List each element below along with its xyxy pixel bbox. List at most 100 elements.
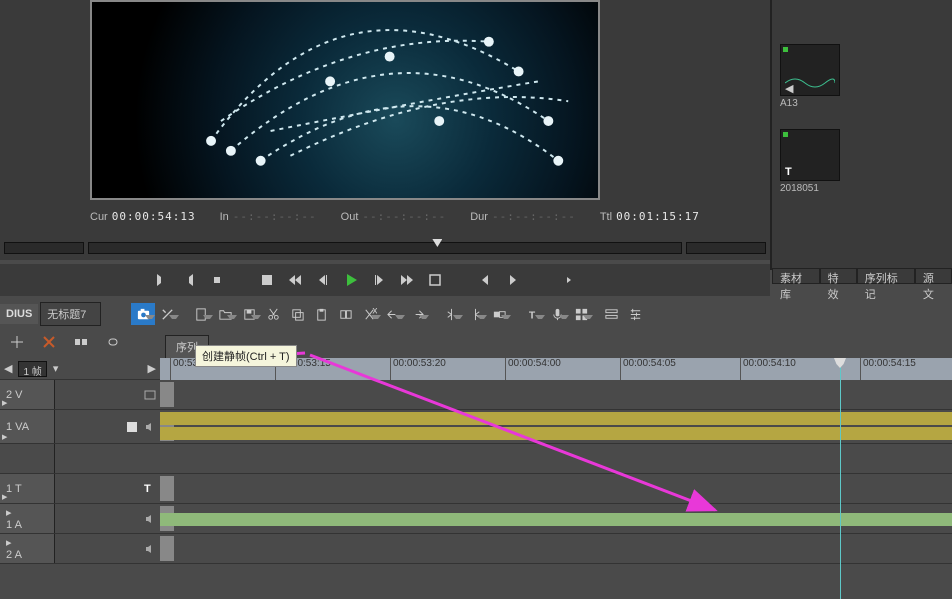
track-header-2v[interactable]: 2 V▶ <box>0 380 160 410</box>
create-still-button[interactable] <box>131 303 155 325</box>
sync-lock-icon[interactable] <box>160 382 174 407</box>
mark-out-button[interactable] <box>178 270 200 290</box>
track-header-1a[interactable]: ▸1 A <box>0 504 160 534</box>
mark-clip-button[interactable] <box>206 270 228 290</box>
overwrite-mode-button[interactable] <box>38 332 60 352</box>
track-lane-1a[interactable] <box>160 504 952 534</box>
razor-tool-button[interactable] <box>155 303 179 325</box>
cur-value[interactable]: 00:00:54:13 <box>112 210 196 223</box>
stop-button[interactable] <box>256 270 278 290</box>
preview-monitor[interactable] <box>90 0 600 200</box>
ruler-tick: 00:00:54:00 <box>505 358 561 380</box>
tab-bin[interactable]: 素材库 <box>772 268 820 284</box>
chevron-down-icon[interactable]: ▾ <box>53 362 59 375</box>
properties-button[interactable] <box>599 303 623 325</box>
title-icon: T <box>785 166 792 178</box>
transport-bar <box>0 264 770 296</box>
tab-effects[interactable]: 特效 <box>820 268 857 284</box>
sync-lock-icon[interactable] <box>160 536 174 561</box>
speaker-icon[interactable] <box>144 513 156 525</box>
open-button[interactable] <box>213 303 237 325</box>
tooltip: 创建静帧(Ctrl + T) <box>195 345 297 367</box>
jump-button-2[interactable] <box>558 270 580 290</box>
copy-button[interactable] <box>285 303 309 325</box>
bin-thumbnail-a13[interactable]: ◀ <box>780 44 840 96</box>
insert-mode-button[interactable] <box>6 332 28 352</box>
layout-button[interactable] <box>569 303 593 325</box>
tab-source[interactable]: 源文 <box>915 268 952 284</box>
scrubber-tick-right[interactable] <box>686 242 766 254</box>
preview-scrubber[interactable] <box>0 238 770 258</box>
next-frame-button[interactable] <box>368 270 390 290</box>
track-lane-spacer <box>160 444 952 474</box>
paste-button[interactable] <box>309 303 333 325</box>
svg-text:x: x <box>372 307 377 317</box>
scrubber-tick-left[interactable] <box>4 242 84 254</box>
prev-edit-button[interactable] <box>474 270 496 290</box>
bin-thumbnail-2018051[interactable]: T <box>780 129 840 181</box>
track-lane-2v[interactable] <box>160 380 952 410</box>
settings-button[interactable] <box>623 303 647 325</box>
preview-panel: Cur00:00:54:13 In--:--:--:-- Out--:--:--… <box>0 0 770 260</box>
arrow-right-icon[interactable]: ▶ <box>148 362 156 375</box>
cut-button[interactable] <box>261 303 285 325</box>
link-mode-button[interactable] <box>102 332 124 352</box>
track-header-2a[interactable]: ▸2 A <box>0 534 160 564</box>
expand-icon[interactable]: ▶ <box>2 493 7 501</box>
undo-button[interactable] <box>381 303 405 325</box>
new-button[interactable] <box>189 303 213 325</box>
ttl-label: Ttl <box>600 211 612 223</box>
timeline-playhead[interactable] <box>840 358 841 599</box>
mark-in-button[interactable] <box>150 270 172 290</box>
audio-clip[interactable] <box>160 513 952 526</box>
speaker-icon[interactable] <box>144 543 156 555</box>
voice-over-button[interactable] <box>545 303 569 325</box>
scrubber-track[interactable] <box>88 242 682 254</box>
track-lane-1t[interactable] <box>160 474 952 504</box>
expand-icon[interactable]: ▶ <box>2 399 7 407</box>
lock-icon[interactable]: ▸ <box>6 506 54 519</box>
timeline-scale-select[interactable]: 1 帧 <box>18 361 46 377</box>
video-icon[interactable] <box>144 389 156 401</box>
out-value[interactable]: --:--:--:-- <box>362 210 446 223</box>
trim-out-button[interactable] <box>463 303 487 325</box>
lock-icon[interactable]: ▸ <box>6 536 54 549</box>
trim-in-button[interactable] <box>439 303 463 325</box>
document-tab[interactable]: 无标题7 <box>40 302 101 326</box>
transition-button[interactable] <box>487 303 511 325</box>
next-edit-button[interactable] <box>502 270 524 290</box>
video-icon[interactable] <box>126 421 138 433</box>
track-lane-1va[interactable] <box>160 410 952 444</box>
app-brand: DIUS <box>0 304 38 324</box>
arrow-left-icon[interactable]: ◀ <box>4 362 12 375</box>
fast-forward-button[interactable] <box>396 270 418 290</box>
scrubber-playhead-icon[interactable] <box>432 239 442 247</box>
save-button[interactable] <box>237 303 261 325</box>
expand-icon[interactable]: ▶ <box>2 433 7 441</box>
play-button[interactable] <box>340 270 362 290</box>
timeline-tracks-body[interactable] <box>160 380 952 599</box>
speaker-icon[interactable] <box>144 421 156 433</box>
track-header-1t[interactable]: 1 T▶ T <box>0 474 160 504</box>
prev-frame-button[interactable] <box>312 270 334 290</box>
out-label: Out <box>341 211 359 223</box>
loop-button[interactable] <box>424 270 446 290</box>
video-clip[interactable] <box>160 427 952 440</box>
sync-lock-icon[interactable] <box>160 476 174 501</box>
ripple-mode-button[interactable] <box>70 332 92 352</box>
video-clip[interactable] <box>160 412 952 425</box>
track-lane-2a[interactable] <box>160 534 952 564</box>
tab-markers[interactable]: 序列标记 <box>857 268 915 284</box>
in-value[interactable]: --:--:--:-- <box>233 210 317 223</box>
title-icon[interactable]: T <box>144 483 156 495</box>
jump-button-1[interactable] <box>530 270 552 290</box>
rewind-button[interactable] <box>284 270 306 290</box>
dur-value[interactable]: --:--:--:-- <box>492 210 576 223</box>
track-header-1va[interactable]: 1 VA▶ <box>0 410 160 444</box>
ttl-value[interactable]: 00:01:15:17 <box>616 210 700 223</box>
paste-insert-button[interactable] <box>333 303 357 325</box>
redo-button[interactable] <box>405 303 429 325</box>
title-tool-button[interactable]: T <box>521 303 545 325</box>
ruler-tick: 00:00:54:15 <box>860 358 916 380</box>
ripple-cut-button[interactable]: x <box>357 303 381 325</box>
